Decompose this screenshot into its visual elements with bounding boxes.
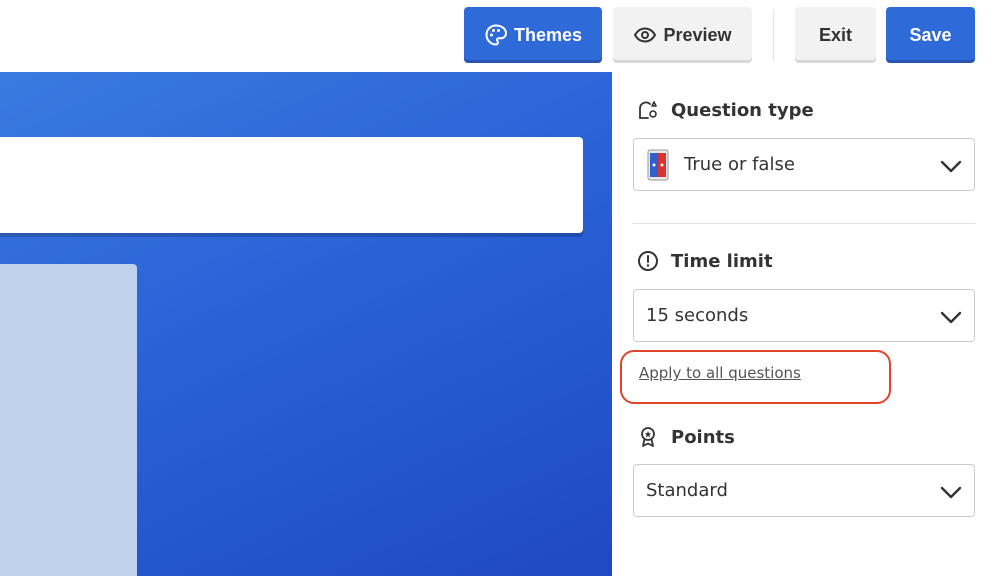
chevron-down-icon bbox=[940, 306, 962, 328]
media-area[interactable] bbox=[0, 264, 137, 576]
save-button[interactable]: Save bbox=[886, 7, 975, 63]
question-canvas bbox=[0, 72, 612, 576]
award-icon bbox=[637, 426, 659, 448]
shapes-icon bbox=[637, 99, 659, 121]
apply-to-all-link[interactable]: Apply to all questions bbox=[639, 364, 801, 382]
eye-icon bbox=[633, 23, 657, 47]
points-value: Standard bbox=[646, 480, 728, 501]
time-limit-value: 15 seconds bbox=[646, 305, 749, 326]
palette-icon bbox=[484, 23, 508, 47]
points-select[interactable]: Standard bbox=[633, 464, 975, 517]
time-limit-select[interactable]: 15 seconds bbox=[633, 289, 975, 342]
clock-icon bbox=[637, 250, 659, 272]
points-heading: Points bbox=[637, 426, 735, 448]
question-type-value: True or false bbox=[684, 154, 795, 175]
time-limit-heading: Time limit bbox=[637, 250, 773, 272]
themes-button[interactable]: Themes bbox=[464, 7, 602, 63]
true-false-icon bbox=[646, 149, 670, 181]
chevron-down-icon bbox=[940, 155, 962, 177]
themes-label: Themes bbox=[513, 24, 583, 45]
toolbar-divider bbox=[773, 10, 774, 60]
section-divider bbox=[633, 223, 975, 224]
exit-button[interactable]: Exit bbox=[795, 7, 876, 63]
settings-panel: Question type True or false Time limit 1… bbox=[612, 72, 988, 576]
question-type-title: Question type bbox=[671, 99, 814, 121]
top-toolbar: Themes Preview Exit Save bbox=[0, 0, 988, 72]
preview-button[interactable]: Preview bbox=[613, 7, 752, 63]
question-input[interactable] bbox=[0, 137, 583, 233]
points-title: Points bbox=[671, 426, 735, 448]
chevron-down-icon bbox=[940, 481, 962, 503]
preview-label: Preview bbox=[663, 24, 732, 45]
time-limit-title: Time limit bbox=[671, 250, 773, 272]
question-type-select[interactable]: True or false bbox=[633, 138, 975, 191]
question-type-heading: Question type bbox=[637, 99, 814, 121]
